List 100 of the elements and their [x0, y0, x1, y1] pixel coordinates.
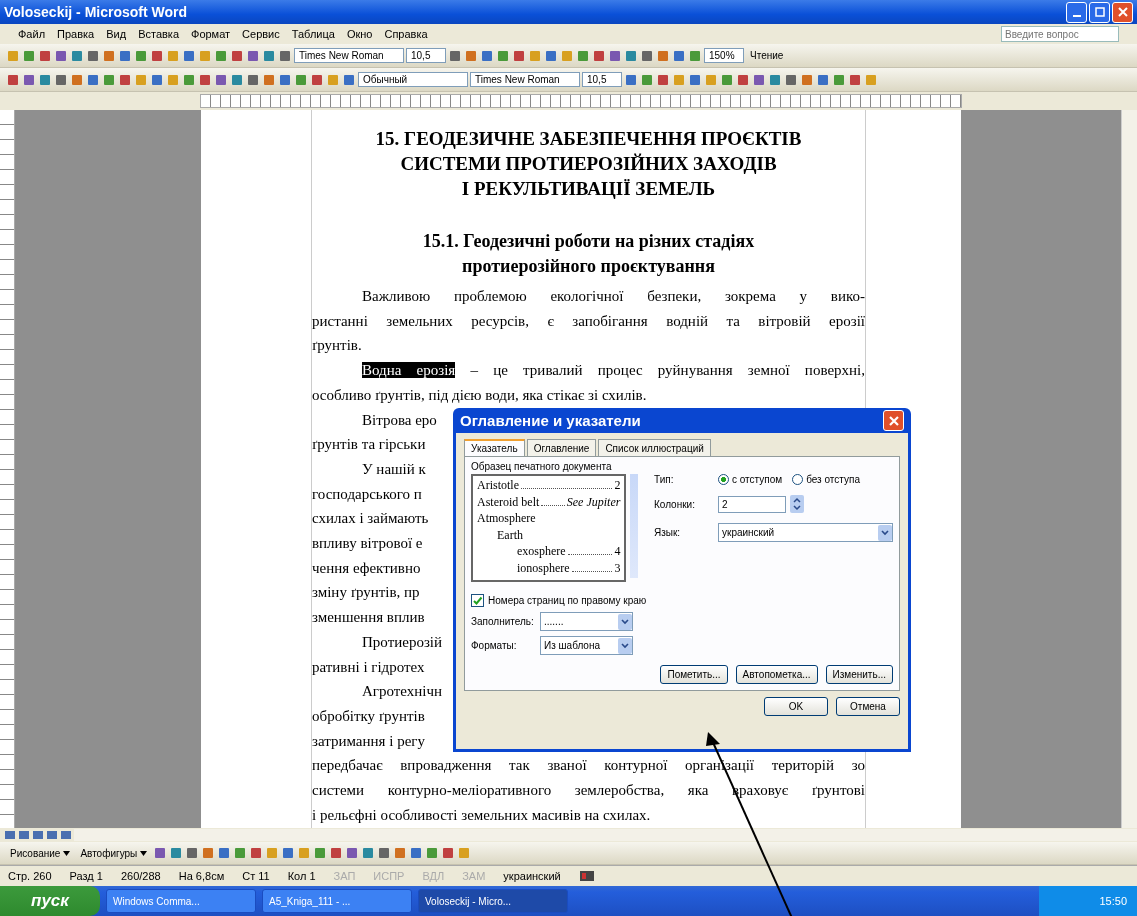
tool-icon[interactable] [185, 846, 200, 860]
reading-button[interactable]: Чтение [746, 49, 788, 62]
radio-button[interactable]: без отступа [792, 474, 860, 485]
menu-item[interactable]: Таблица [291, 28, 335, 40]
spinner-arrows-icon[interactable] [790, 495, 804, 513]
tool-icon[interactable] [214, 48, 228, 63]
tool-icon[interactable] [86, 72, 100, 87]
tool-icon[interactable] [592, 48, 606, 63]
tool-icon[interactable] [342, 72, 356, 87]
columns-spinner[interactable]: 2 [718, 495, 786, 513]
view-icon[interactable] [32, 829, 44, 841]
tool-icon[interactable] [544, 48, 558, 63]
minimize-button[interactable] [1066, 1, 1087, 23]
tool-icon[interactable] [22, 72, 36, 87]
tool-icon[interactable] [313, 846, 328, 860]
tool-icon[interactable] [672, 48, 686, 63]
tool-icon[interactable] [54, 48, 68, 63]
tool-icon[interactable] [576, 48, 590, 63]
tool-icon[interactable] [214, 72, 228, 87]
tool-icon[interactable] [246, 72, 260, 87]
tool-icon[interactable] [656, 48, 670, 63]
autoshapes-menu[interactable]: Автофигуры [76, 846, 152, 860]
vertical-ruler[interactable] [0, 110, 15, 828]
tool-icon[interactable] [480, 48, 494, 63]
tool-icon[interactable] [448, 48, 462, 63]
leader-dropdown[interactable]: ....... [540, 612, 633, 631]
zoom-dropdown[interactable]: 150% [704, 48, 744, 63]
tool-icon[interactable] [38, 72, 52, 87]
tool-icon[interactable] [249, 846, 264, 860]
tool-icon[interactable] [816, 72, 830, 87]
tool-icon[interactable] [262, 72, 276, 87]
ok-button[interactable]: OK [764, 697, 828, 716]
close-button[interactable] [1112, 1, 1133, 23]
tool-icon[interactable] [640, 72, 654, 87]
help-search-field[interactable]: Введите вопрос [1001, 26, 1119, 42]
drawing-menu[interactable]: Рисование [6, 846, 75, 860]
tool-icon[interactable] [425, 846, 440, 860]
tool-icon[interactable] [153, 846, 168, 860]
tool-icon[interactable] [134, 48, 148, 63]
tool-icon[interactable] [441, 846, 456, 860]
menu-item[interactable]: Вставка [138, 28, 179, 40]
tool-icon[interactable] [624, 48, 638, 63]
menu-item[interactable]: Справка [384, 28, 428, 40]
tool-icon[interactable] [377, 846, 392, 860]
tool-icon[interactable] [70, 48, 84, 63]
menu-item[interactable]: Сервис [242, 28, 280, 40]
language-dropdown[interactable]: украинский [718, 523, 893, 542]
maximize-button[interactable] [1089, 1, 1110, 23]
taskbar-button[interactable]: Voloseckij - Micro... [418, 889, 568, 913]
formats-dropdown[interactable]: Из шаблона [540, 636, 633, 655]
tool-icon[interactable] [6, 72, 20, 87]
tool-icon[interactable] [230, 48, 244, 63]
tool-icon[interactable] [169, 846, 184, 860]
taskbar-button[interactable]: Windows Comma... [106, 889, 256, 913]
checkbox[interactable] [471, 594, 484, 607]
tool-icon[interactable] [688, 72, 702, 87]
tool-icon[interactable] [294, 72, 308, 87]
tool-icon[interactable] [736, 72, 750, 87]
tab[interactable]: Указатель [464, 439, 525, 456]
tool-icon[interactable] [281, 846, 296, 860]
tool-icon[interactable] [217, 846, 232, 860]
tool-icon[interactable] [464, 48, 478, 63]
tool-icon[interactable] [230, 72, 244, 87]
book-icon[interactable] [578, 870, 595, 882]
tool-icon[interactable] [608, 48, 622, 63]
tool-icon[interactable] [393, 846, 408, 860]
tool-icon[interactable] [624, 72, 638, 87]
tool-icon[interactable] [345, 846, 360, 860]
menu-item[interactable]: Вид [106, 28, 127, 40]
start-button[interactable]: пуск [0, 886, 100, 916]
tool-icon[interactable] [22, 48, 36, 63]
menu-item[interactable]: Окно [346, 28, 373, 40]
scrollbar[interactable] [630, 474, 638, 578]
tool-icon[interactable] [150, 48, 164, 63]
tool-icon[interactable] [512, 48, 526, 63]
tool-icon[interactable] [278, 72, 292, 87]
tool-icon[interactable] [246, 48, 260, 63]
tool-icon[interactable] [310, 72, 324, 87]
tool-icon[interactable] [201, 846, 216, 860]
menu-item[interactable]: Формат [191, 28, 231, 40]
close-button[interactable] [883, 410, 904, 431]
tool-icon[interactable] [182, 72, 196, 87]
tool-icon[interactable] [656, 72, 670, 87]
tool-icon[interactable] [832, 72, 846, 87]
tool-icon[interactable] [86, 48, 100, 63]
tool-icon[interactable] [278, 48, 292, 63]
size-dropdown[interactable]: 10,5 [406, 48, 446, 63]
font-dropdown[interactable]: Times New Roman [294, 48, 404, 63]
taskbar-button[interactable]: A5_Kniga_111 - ... [262, 889, 412, 913]
font-dropdown[interactable]: Times New Roman [470, 72, 580, 87]
tool-icon[interactable] [496, 48, 510, 63]
tool-icon[interactable] [118, 48, 132, 63]
menu-item[interactable]: Файл [18, 28, 46, 40]
tool-icon[interactable] [720, 72, 734, 87]
tool-icon[interactable] [38, 48, 52, 63]
view-icon[interactable] [18, 829, 30, 841]
tool-icon[interactable] [688, 48, 702, 63]
view-icon[interactable] [60, 829, 72, 841]
cancel-button[interactable]: Отмена [836, 697, 900, 716]
tool-icon[interactable] [262, 48, 276, 63]
